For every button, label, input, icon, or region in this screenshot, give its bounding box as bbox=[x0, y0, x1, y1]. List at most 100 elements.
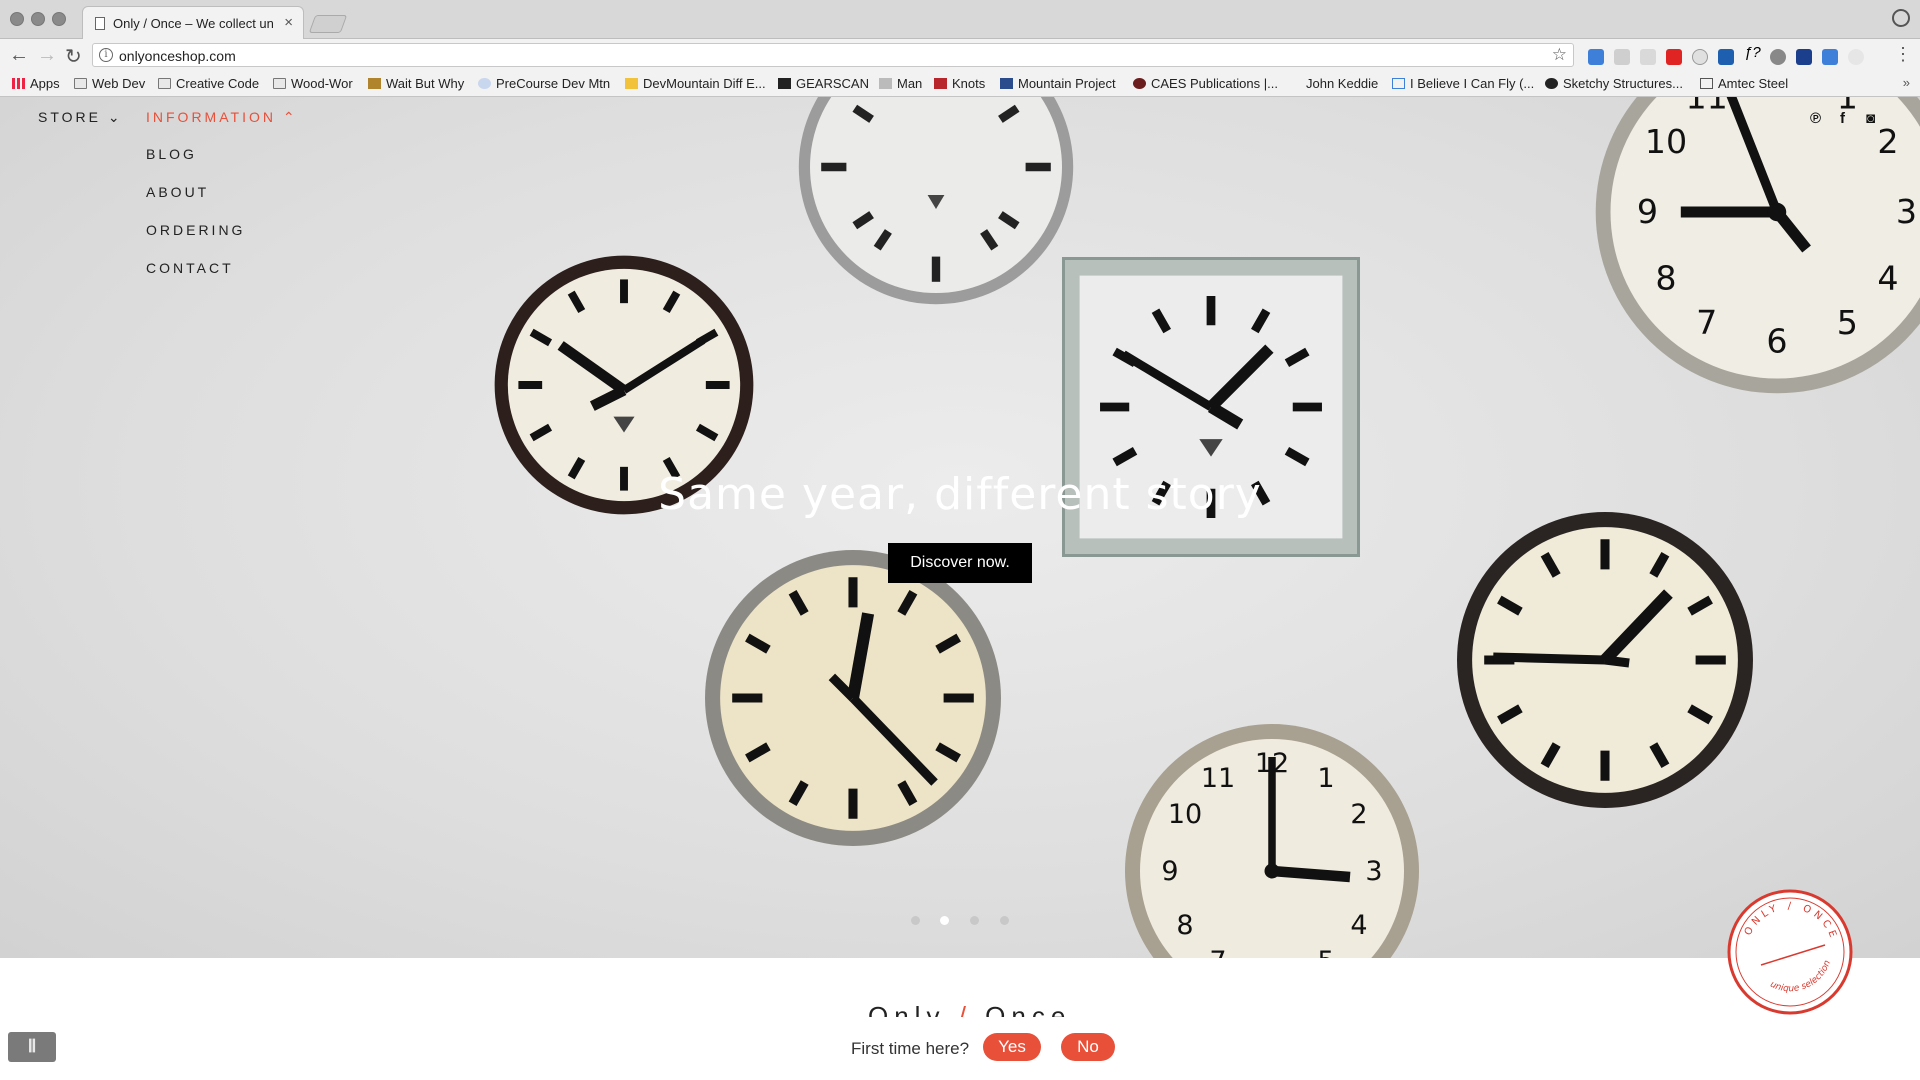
nav-store[interactable]: STORE ⌄ bbox=[38, 109, 123, 126]
clock-image bbox=[796, 97, 1076, 307]
bookmark-link[interactable]: Man bbox=[879, 76, 922, 91]
chevron-up-icon: ⌃ bbox=[282, 109, 298, 125]
tab-close-icon[interactable]: × bbox=[284, 14, 293, 31]
extension-icon[interactable] bbox=[1770, 49, 1786, 65]
bookmark-link[interactable]: Mountain Project bbox=[1000, 76, 1116, 91]
minimize-window-button[interactable] bbox=[31, 12, 45, 26]
only-once-stamp[interactable]: ONLY / ONCE unique selection bbox=[1725, 887, 1855, 1017]
bookmark-label: PreCourse Dev Mtn bbox=[496, 76, 611, 91]
svg-text:8: 8 bbox=[1176, 910, 1193, 941]
instagram-icon[interactable]: ◙ bbox=[1866, 110, 1875, 127]
browser-tab[interactable]: Only / Once – We collect uniqu × bbox=[82, 6, 304, 39]
svg-text:12: 12 bbox=[1756, 97, 1798, 98]
bookmark-link[interactable]: PreCourse Dev Mtn bbox=[478, 76, 610, 91]
font-extension-icon[interactable]: ƒ? bbox=[1744, 44, 1761, 61]
facebook-icon[interactable]: f bbox=[1840, 110, 1845, 127]
bookmark-link[interactable]: CAES Publications |... bbox=[1133, 76, 1278, 91]
bookmark-star-icon[interactable]: ☆ bbox=[1552, 45, 1567, 65]
nav-contact[interactable]: CONTACT bbox=[146, 260, 234, 276]
svg-text:5: 5 bbox=[1317, 946, 1334, 958]
favicon-icon bbox=[1545, 78, 1558, 89]
bookmark-label: Man bbox=[897, 76, 923, 91]
favicon-icon bbox=[625, 78, 638, 89]
yes-button[interactable]: Yes bbox=[983, 1033, 1041, 1061]
slide-dot[interactable] bbox=[970, 916, 979, 925]
bookmark-label: GEARSCAN bbox=[796, 76, 869, 91]
page: 121234567891011 12123457891011 STORE ⌄ I… bbox=[0, 97, 1920, 1080]
bookmark-label: Apps bbox=[30, 76, 60, 91]
menu-icon[interactable]: ⋮ bbox=[1894, 44, 1912, 65]
close-window-button[interactable] bbox=[10, 12, 24, 26]
extension-icon[interactable] bbox=[1640, 49, 1656, 65]
svg-text:5: 5 bbox=[1837, 303, 1858, 342]
clock-image: 12123457891011 bbox=[1122, 721, 1422, 958]
bookmark-link[interactable]: Sketchy Structures... bbox=[1545, 76, 1683, 91]
bookmark-link[interactable]: John Keddie bbox=[1306, 76, 1378, 91]
nav-about[interactable]: ABOUT bbox=[146, 184, 209, 200]
extension-icon[interactable] bbox=[1718, 49, 1734, 65]
bookmark-folder[interactable]: Web Dev bbox=[74, 76, 145, 91]
bookmark-link[interactable]: GEARSCAN bbox=[778, 76, 869, 91]
youtube-extension-icon[interactable] bbox=[1666, 49, 1682, 65]
help-widget-icon[interactable]: Ⅱ bbox=[8, 1032, 56, 1062]
discover-button[interactable]: Discover now. bbox=[888, 543, 1032, 583]
bookmark-folder[interactable]: Creative Code bbox=[158, 76, 259, 91]
svg-text:3: 3 bbox=[1896, 192, 1917, 231]
bookmark-label: I Believe I Can Fly (... bbox=[1410, 76, 1535, 91]
favicon-icon bbox=[1392, 78, 1405, 89]
logo-slash: / bbox=[958, 1001, 972, 1017]
extension-icon[interactable] bbox=[1588, 49, 1604, 65]
pinterest-icon[interactable]: ℗ bbox=[1810, 110, 1821, 127]
bookmark-link[interactable]: Knots bbox=[934, 76, 985, 91]
slide-dot[interactable] bbox=[911, 916, 920, 925]
bookmark-folder[interactable]: Wood-Wor bbox=[273, 76, 353, 91]
favicon-icon bbox=[879, 78, 892, 89]
svg-text:9: 9 bbox=[1161, 856, 1178, 887]
svg-text:4: 4 bbox=[1350, 910, 1367, 941]
bookmark-link[interactable]: Amtec Steel bbox=[1700, 76, 1788, 91]
bookmark-label: Amtec Steel bbox=[1718, 76, 1789, 91]
extension-icon[interactable] bbox=[1822, 49, 1838, 65]
back-icon[interactable]: ← bbox=[9, 44, 29, 67]
clock-image: 121234567891011 bbox=[1592, 97, 1920, 397]
profile-icon[interactable] bbox=[1892, 9, 1910, 27]
bookmark-label: CAES Publications |... bbox=[1151, 76, 1278, 91]
bookmark-link[interactable]: I Believe I Can Fly (... bbox=[1392, 76, 1534, 91]
reload-icon[interactable]: ↻ bbox=[65, 44, 82, 69]
extension-icon[interactable] bbox=[1692, 49, 1708, 65]
info-icon[interactable]: i bbox=[99, 48, 113, 62]
address-bar[interactable]: i onlyonceshop.com ☆ bbox=[92, 43, 1574, 67]
maximize-window-button[interactable] bbox=[52, 12, 66, 26]
slide-dot[interactable] bbox=[1000, 916, 1009, 925]
tab-title: Only / Once – We collect uniqu bbox=[113, 16, 273, 31]
bookmark-link[interactable]: DevMountain Diff E... bbox=[625, 76, 766, 91]
svg-text:6: 6 bbox=[1766, 322, 1787, 361]
bookmark-link[interactable]: Wait But Why bbox=[368, 76, 464, 91]
folder-icon bbox=[74, 78, 87, 89]
extension-icon[interactable] bbox=[1614, 49, 1630, 65]
forward-icon[interactable]: → bbox=[37, 44, 57, 67]
slide-dot-active[interactable] bbox=[940, 916, 949, 925]
nav-blog[interactable]: BLOG bbox=[146, 146, 197, 162]
nav-information[interactable]: INFORMATION ⌃ bbox=[146, 109, 298, 126]
new-tab-button[interactable] bbox=[308, 15, 348, 33]
favicon-icon bbox=[478, 78, 491, 89]
nav-ordering[interactable]: ORDERING bbox=[146, 222, 245, 238]
hero-slider: 121234567891011 12123457891011 STORE ⌄ I… bbox=[0, 97, 1920, 958]
svg-text:7: 7 bbox=[1696, 303, 1717, 342]
svg-text:9: 9 bbox=[1637, 192, 1658, 231]
bookmark-apps[interactable]: Apps bbox=[12, 76, 60, 91]
bookmark-label: Sketchy Structures... bbox=[1563, 76, 1683, 91]
svg-text:10: 10 bbox=[1168, 799, 1202, 830]
hero-headline: Same year, different story bbox=[658, 469, 1262, 520]
extension-icon[interactable] bbox=[1848, 49, 1864, 65]
no-button[interactable]: No bbox=[1061, 1033, 1115, 1061]
bookmark-label: Wait But Why bbox=[386, 76, 465, 91]
browser-toolbar: ← → ↻ i onlyonceshop.com ☆ ƒ? ⋮ bbox=[0, 39, 1920, 71]
bookmarks-overflow-icon[interactable]: » bbox=[1903, 75, 1910, 90]
chevron-down-icon: ⌄ bbox=[107, 109, 123, 125]
extension-icon[interactable] bbox=[1796, 49, 1812, 65]
bookmark-label: Mountain Project bbox=[1018, 76, 1116, 91]
browser-chrome: Only / Once – We collect uniqu × ← → ↻ i… bbox=[0, 0, 1920, 97]
bookmark-label: Knots bbox=[952, 76, 986, 91]
